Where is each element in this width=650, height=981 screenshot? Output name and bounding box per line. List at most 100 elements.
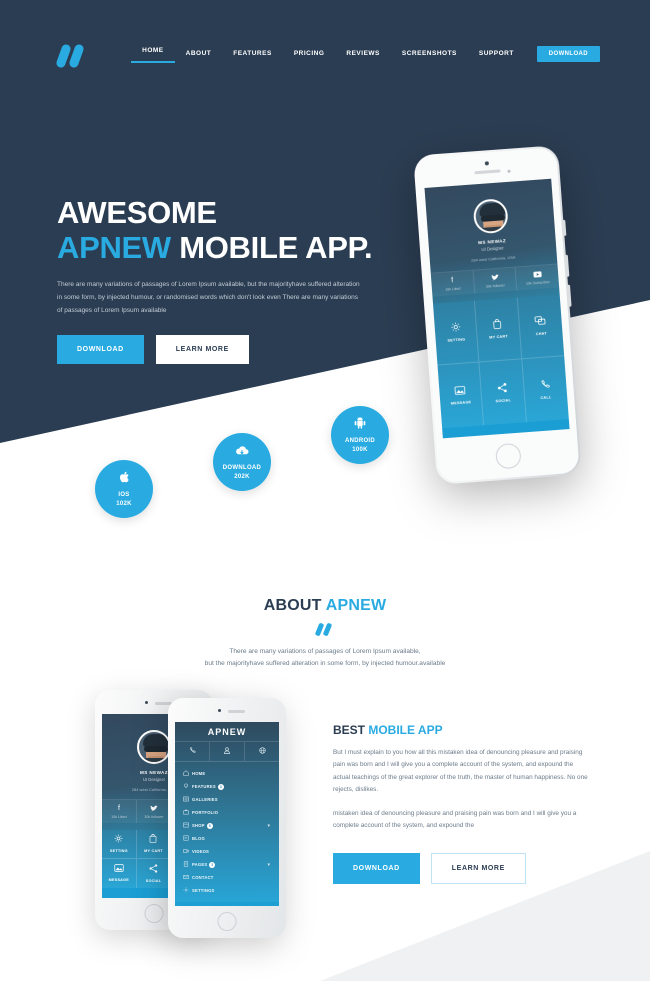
social-stat-twitter[interactable]: 30k follower (137, 799, 172, 823)
phone-screen: MS NEWAZ UI Designer 284 west California… (424, 178, 570, 439)
apple-icon (119, 470, 130, 488)
phone-home-button[interactable] (217, 912, 237, 931)
grid-item-my-cart[interactable]: MY CART (136, 829, 172, 859)
menu-item-label: BLOG (192, 836, 205, 842)
badge-android[interactable]: ANDROID 100K (331, 406, 389, 464)
nav-item-features[interactable]: FEATURES (222, 47, 283, 61)
menu-item-pages[interactable]: PAGES 2 ▾ (175, 858, 279, 871)
menu-item-features[interactable]: FEATURES 3 (175, 780, 279, 793)
image-message-icon (114, 864, 124, 875)
hero-headline-brand: APNEW (57, 229, 171, 265)
social-stat-youtube[interactable]: 10k Subscriber (515, 263, 560, 290)
profile-social-row: f 10k Liked 30k follower (430, 262, 560, 297)
nav-item-support[interactable]: SUPPORT (468, 47, 525, 61)
grid-item-chat[interactable]: CHAT (517, 293, 565, 360)
about-learn-more-button[interactable]: LEARN MORE (430, 852, 526, 884)
menu-item-settings[interactable]: SETTINGS (175, 884, 279, 897)
nav-item-about[interactable]: ABOUT (175, 47, 223, 61)
menu-phone-icon[interactable] (175, 742, 210, 762)
phone-screen: APNEW HOME FEATURES 3 GALLERIES PORTFOLIO SHO… (175, 722, 279, 906)
app-menu-logo: APNEW (207, 726, 247, 737)
contact-icon (183, 874, 192, 882)
menu-globe-icon[interactable] (245, 742, 279, 761)
nav-download-button[interactable]: DOWNLOAD (536, 45, 600, 62)
phone-speaker (228, 710, 245, 713)
app-profile-screen: MS NEWAZ UI Designer 284 west California… (424, 178, 570, 439)
phone-icon (540, 379, 551, 393)
share-icon (497, 382, 508, 396)
grid-item-setting[interactable]: SETTING (102, 829, 137, 859)
grid-item-message[interactable]: MESSAGE (437, 362, 485, 429)
gear-icon (114, 834, 123, 846)
hero-headline-line2: MOBILE APP. (170, 229, 373, 265)
grid-item-social[interactable]: SOCIAL (137, 858, 172, 888)
shopping-bag-icon (149, 834, 157, 846)
blog-icon (183, 835, 192, 843)
hero-button-group: DOWNLOAD LEARN MORE (57, 335, 387, 365)
menu-item-badge: 3 (217, 783, 224, 790)
chat-bubble-icon (534, 316, 547, 330)
main-navigation: HOME ABOUT FEATURES PRICING REVIEWS SCRE… (131, 44, 600, 63)
grid-item-message[interactable]: MESSAGE (102, 858, 137, 888)
phone-camera-icon (145, 701, 148, 704)
app-action-grid: SETTING MY CART CHAT (432, 293, 569, 429)
feature-paragraph-1: But I must explain to you how all this m… (333, 749, 588, 794)
menu-item-portfolio[interactable]: PORTFOLIO (175, 806, 279, 819)
phone-home-button[interactable] (144, 904, 164, 923)
gallery-icon (183, 796, 192, 804)
nav-item-home[interactable]: HOME (131, 44, 175, 63)
badge-download-label: DOWNLOAD 202K (222, 465, 262, 480)
menu-item-label: VIDEOS (192, 849, 210, 855)
menu-item-label: GALLERIES (192, 797, 218, 803)
menu-item-label: SHOP (192, 823, 205, 829)
menu-item-label: HOME (192, 771, 206, 777)
badge-android-label: ANDROID 100K (344, 438, 376, 453)
about-phone-mockups: MS NEWAZ UI Designer 284 west California… (95, 690, 305, 940)
social-stat-twitter[interactable]: 30k follower (473, 267, 518, 294)
nav-item-reviews[interactable]: REVIEWS (335, 47, 390, 61)
grid-item-setting[interactable]: SETTING (432, 300, 480, 366)
badge-download[interactable]: DOWNLOAD 202K (213, 433, 271, 491)
twitter-icon (474, 272, 516, 283)
nav-item-screenshots[interactable]: SCREENSHOTS (391, 47, 468, 61)
menu-item-label: PORTFOLIO (192, 810, 219, 816)
menu-item-videos[interactable]: VIDEOS (175, 845, 279, 858)
about-download-button[interactable]: DOWNLOAD (333, 852, 420, 884)
menu-item-home[interactable]: HOME (175, 767, 279, 780)
chevron-down-icon[interactable]: ▾ (267, 823, 270, 829)
app-menu-screen: APNEW HOME FEATURES 3 GALLERIES PORTFOLIO SHO… (175, 722, 279, 906)
menu-item-galleries[interactable]: GALLERIES (175, 793, 279, 806)
app-menu-icon-row (175, 741, 279, 763)
app-menu-list: HOME FEATURES 3 GALLERIES PORTFOLIO SHOP 5 ▾ BLO… (175, 762, 279, 902)
portfolio-icon (183, 809, 192, 817)
badge-ios[interactable]: IOS 102K (95, 460, 153, 518)
menu-item-label: FEATURES (192, 784, 216, 790)
menu-item-badge: 5 (206, 822, 213, 829)
share-icon (149, 864, 158, 876)
image-message-icon (454, 386, 466, 399)
twitter-icon (137, 805, 171, 813)
about-subtitle: There are many variations of passages of… (204, 648, 446, 668)
social-stat-facebook[interactable]: f 10k Liked (102, 799, 137, 823)
brand-logo[interactable] (55, 43, 95, 69)
nav-item-pricing[interactable]: PRICING (283, 47, 336, 61)
menu-item-blog[interactable]: BLOG (175, 832, 279, 845)
hero-download-button[interactable]: DOWNLOAD (57, 335, 144, 365)
grid-item-social[interactable]: SOCIAL (479, 359, 527, 426)
menu-item-contact[interactable]: CONTACT (175, 871, 279, 884)
avatar (137, 730, 171, 764)
feature-title: BEST MOBILE APP (333, 723, 443, 737)
chevron-down-icon[interactable]: ▾ (267, 862, 270, 868)
app-menu-bottom-bar (175, 902, 279, 906)
hero-learn-more-button[interactable]: LEARN MORE (155, 335, 249, 365)
social-stat-facebook[interactable]: f 10k Liked (430, 270, 476, 297)
menu-user-avatar-icon[interactable] (210, 742, 245, 762)
grid-item-my-cart[interactable]: MY CART (475, 296, 522, 363)
home-icon (183, 770, 192, 778)
menu-item-shop[interactable]: SHOP 5 ▾ (175, 819, 279, 832)
grid-item-call[interactable]: CALL (522, 356, 569, 422)
badge-ios-label: IOS 102K (116, 492, 132, 507)
app-profile-header: MS NEWAZ UI Designer 284 west California… (424, 178, 560, 304)
hero-paragraph: There are many variations of passages of… (57, 281, 360, 315)
avatar (472, 198, 509, 235)
